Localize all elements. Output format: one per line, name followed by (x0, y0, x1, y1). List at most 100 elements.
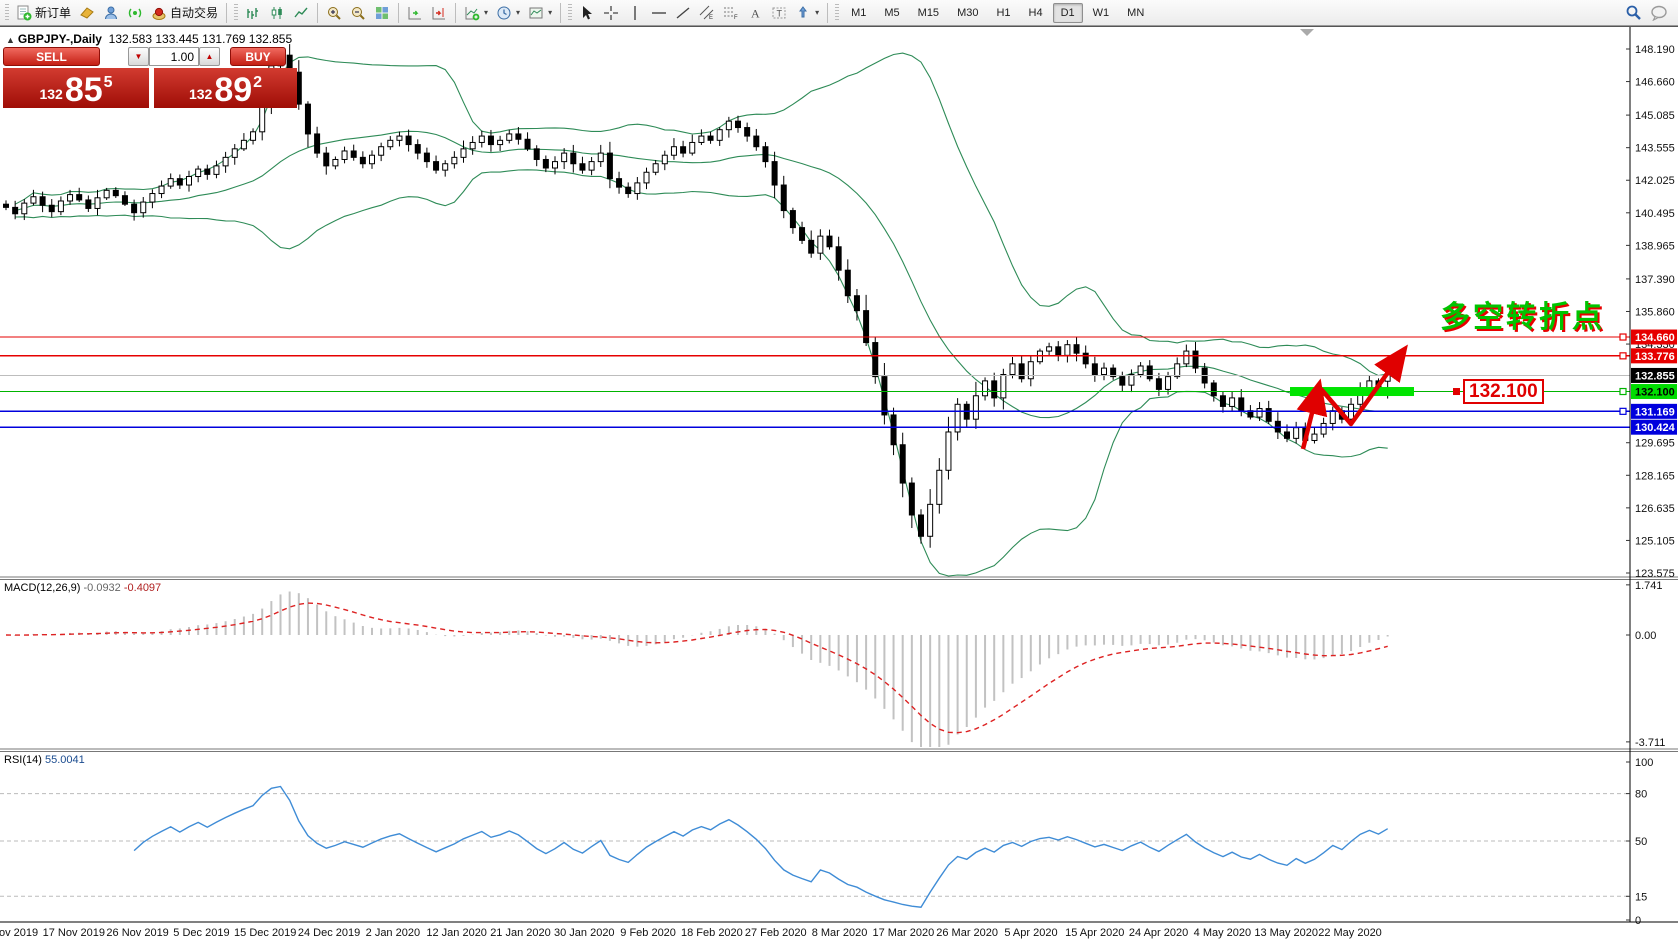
vertical-line-tool-button[interactable] (623, 1, 647, 25)
fibonacci-tool-button[interactable]: F (719, 1, 743, 25)
bar-chart-mode-button[interactable] (241, 1, 265, 25)
new-order-button[interactable]: 新订单 (12, 1, 75, 25)
price-level-label: 134.660 (1635, 332, 1675, 344)
channel-tool-button[interactable]: E (695, 1, 719, 25)
cursor-icon (579, 5, 595, 21)
price-level-label: 133.776 (1635, 351, 1675, 363)
text-icon: A (747, 5, 763, 21)
price-level-flag[interactable]: 132.100 (1463, 379, 1544, 404)
periods-button[interactable]: ▾ (492, 1, 524, 25)
one-click-trading-panel: SELL ▼ ▲ BUY 132855 132892 (3, 47, 299, 108)
chat-button[interactable] (1646, 1, 1672, 25)
toolbar-grip[interactable] (234, 4, 238, 22)
date-axis-label: 13 May 2020 (1254, 927, 1318, 939)
zoom-out-button[interactable] (346, 1, 370, 25)
collapse-panel-icon[interactable]: ▲ (6, 35, 15, 45)
indicators-button[interactable]: ▾ (460, 1, 492, 25)
crosshair-tool-button[interactable] (599, 1, 623, 25)
text-label-icon: T (771, 5, 787, 21)
shapes-tool-button[interactable]: ▾ (791, 1, 823, 25)
trendline-tool-button[interactable] (671, 1, 695, 25)
volume-decrease-button[interactable]: ▼ (128, 47, 149, 66)
signals-button[interactable] (123, 1, 147, 25)
chart-window[interactable]: 148.190146.660145.085143.555142.025140.4… (0, 26, 1678, 944)
dropdown-caret-icon[interactable]: ▾ (815, 8, 819, 17)
auto-trading-icon (151, 5, 167, 21)
bar-chart-icon (245, 5, 261, 21)
text-label-tool-button[interactable]: T (767, 1, 791, 25)
timeframe-button-M1[interactable]: M1 (843, 3, 874, 23)
rsi-value: 55.0041 (45, 754, 85, 766)
rsi-axis-tick: 50 (1635, 836, 1647, 848)
date-axis-label: 27 Feb 2020 (745, 927, 807, 939)
date-axis-label: 26 Mar 2020 (936, 927, 998, 939)
timeframe-button-W1[interactable]: W1 (1085, 3, 1118, 23)
macd-axis-tick: 1.741 (1635, 580, 1663, 592)
date-axis-label: 6 Nov 2019 (0, 927, 38, 939)
timeframe-button-M5[interactable]: M5 (876, 3, 907, 23)
toolbar-grip[interactable] (835, 4, 839, 22)
date-axis-label: 5 Dec 2019 (173, 927, 229, 939)
timeframe-button-MN[interactable]: MN (1119, 3, 1152, 23)
cursor-tool-button[interactable] (575, 1, 599, 25)
auto-trading-button[interactable]: 自动交易 (147, 1, 222, 25)
crosshair-icon (603, 5, 619, 21)
buy-button[interactable]: BUY (230, 47, 286, 66)
chart-shift-button[interactable] (427, 1, 451, 25)
date-axis-label: 12 Jan 2020 (426, 927, 487, 939)
dropdown-caret-icon[interactable]: ▾ (516, 8, 520, 17)
templates-button[interactable]: ▾ (524, 1, 556, 25)
toolbar-grip[interactable] (5, 4, 9, 22)
dropdown-caret-icon[interactable]: ▾ (484, 8, 488, 17)
date-axis-label: 18 Feb 2020 (681, 927, 743, 939)
mt4-terminal-window: 新订单 自动交易 ▾ ▾ ▾ E F A T ▾ (0, 0, 1678, 944)
date-axis-label: 22 May 2020 (1318, 927, 1382, 939)
line-chart-mode-button[interactable] (289, 1, 313, 25)
timeframe-button-H4[interactable]: H4 (1021, 3, 1051, 23)
clock-icon (496, 5, 512, 21)
rsi-label: RSI(14) 55.0041 (4, 754, 85, 766)
search-button[interactable] (1621, 1, 1646, 25)
sell-price-button[interactable]: 132855 (3, 68, 149, 108)
rsi-axis-tick: 80 (1635, 789, 1647, 801)
line-chart-icon (293, 5, 309, 21)
volume-increase-button[interactable]: ▲ (199, 47, 220, 66)
timeframe-button-H1[interactable]: H1 (988, 3, 1018, 23)
auto-scroll-button[interactable] (403, 1, 427, 25)
date-axis-label: 15 Dec 2019 (234, 927, 296, 939)
search-icon (1625, 4, 1642, 21)
sell-price-prefix: 132 (39, 86, 62, 102)
toolbar-grip[interactable] (568, 4, 572, 22)
price-axis-tick: 126.635 (1635, 503, 1675, 515)
date-axis-label: 2 Jan 2020 (366, 927, 420, 939)
timeframe-toolbar: M1M5M15M30H1H4D1W1MN (842, 3, 1153, 23)
horizontal-line-icon (651, 5, 667, 21)
sell-button[interactable]: SELL (3, 47, 100, 66)
new-order-icon (16, 5, 32, 21)
candle-chart-mode-button[interactable] (265, 1, 289, 25)
horizontal-line-tool-button[interactable] (647, 1, 671, 25)
dropdown-caret-icon[interactable]: ▾ (548, 8, 552, 17)
timeframe-button-D1[interactable]: D1 (1053, 3, 1083, 23)
vertical-line-icon (627, 5, 643, 21)
signal-icon (127, 5, 143, 21)
buy-price-button[interactable]: 132892 (154, 68, 297, 108)
date-axis-label: 8 Mar 2020 (812, 927, 868, 939)
timeframe-button-M30[interactable]: M30 (949, 3, 986, 23)
volume-input[interactable] (149, 47, 199, 66)
auto-scroll-icon (407, 5, 423, 21)
new-order-label: 新订单 (35, 4, 71, 21)
text-tool-button[interactable]: A (743, 1, 767, 25)
timeframe-button-M15[interactable]: M15 (910, 3, 947, 23)
community-button[interactable] (99, 1, 123, 25)
turning-point-annotation[interactable]: 多空转折点 (1440, 292, 1605, 336)
price-axis-tick: 142.025 (1635, 175, 1675, 187)
date-axis-label: 21 Jan 2020 (490, 927, 551, 939)
chart-title: ▲GBPJPY-,Daily 132.583 133.445 131.769 1… (6, 32, 292, 46)
price-axis-tick: 123.575 (1635, 568, 1675, 580)
ohlc-values: 132.583 133.445 131.769 132.855 (109, 32, 293, 46)
zoom-in-button[interactable] (322, 1, 346, 25)
history-center-button[interactable] (75, 1, 99, 25)
tile-windows-button[interactable] (370, 1, 394, 25)
auto-trading-label: 自动交易 (170, 4, 218, 21)
